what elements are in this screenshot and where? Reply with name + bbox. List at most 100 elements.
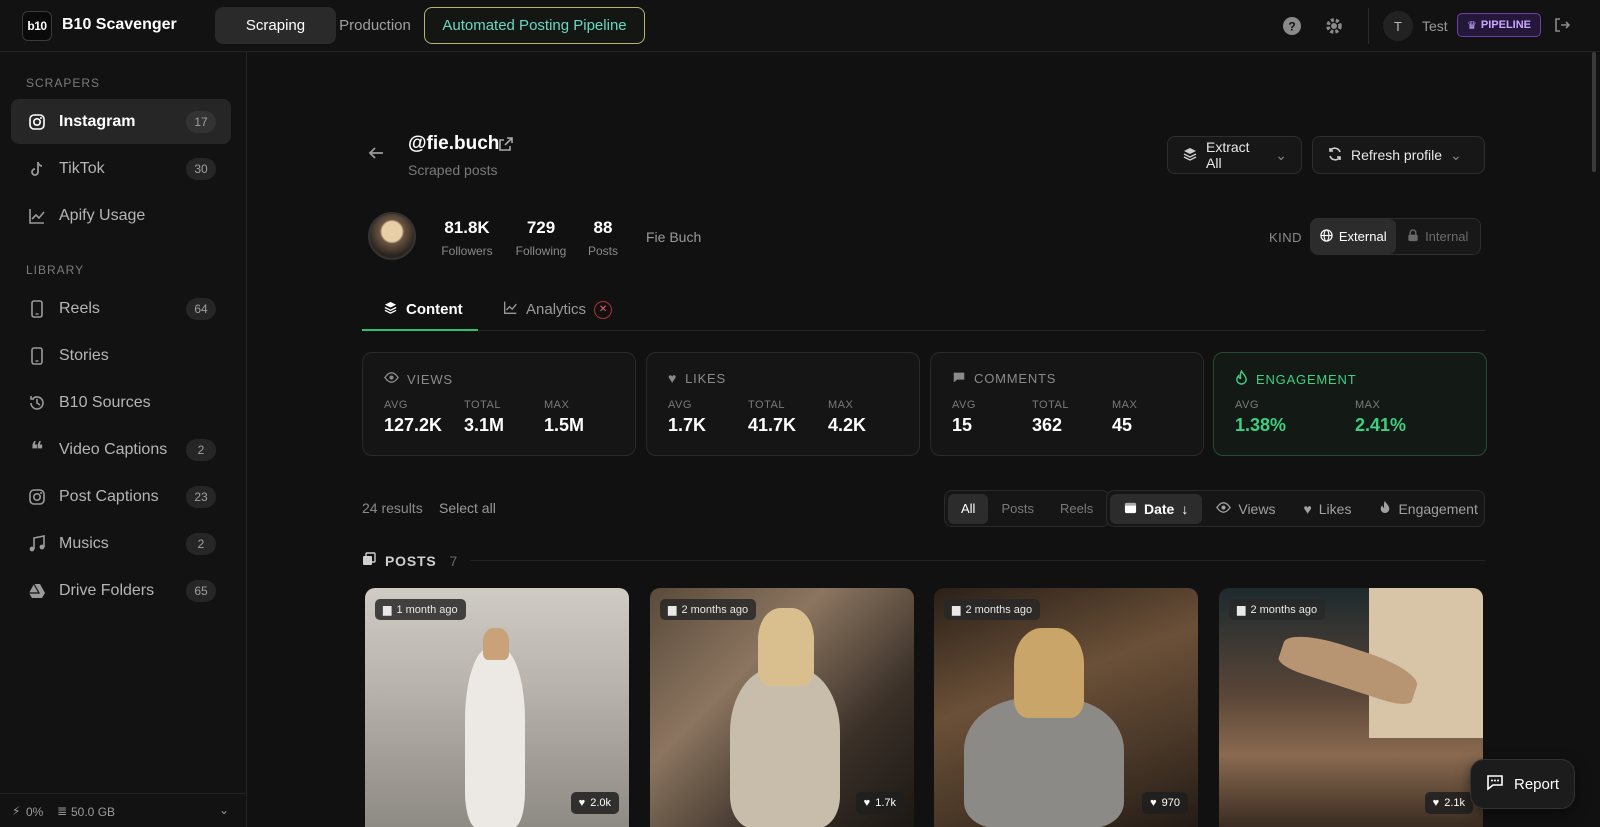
gear-icon[interactable] <box>1322 14 1346 38</box>
metric-label: AVG <box>952 399 976 411</box>
sidebar-item-video-captions[interactable]: ❝ Video Captions 2 <box>11 427 231 472</box>
kind-internal-option[interactable]: Internal <box>1396 219 1481 254</box>
post-card[interactable]: ▆ 2 months ago ♥ 970 <box>934 588 1198 827</box>
extract-all-label: Extract All <box>1206 139 1250 171</box>
post-date-badge: ▆ 2 months ago <box>660 599 757 620</box>
metric-value: 1.38% <box>1235 415 1287 435</box>
storage-size: 50.0 GB <box>71 805 116 819</box>
sidebar-item-stories[interactable]: Stories <box>11 333 231 378</box>
chart-line-icon <box>503 300 518 319</box>
post-card[interactable]: ▆ 2 months ago ♥ 2.1k <box>1219 588 1483 827</box>
nav-scraping[interactable]: Scraping <box>215 7 336 44</box>
sidebar-item-tiktok[interactable]: TikTok 30 <box>11 146 231 191</box>
sidebar-item-label: Stories <box>59 346 109 364</box>
comment-icon <box>952 370 966 387</box>
sidebar-item-post-captions[interactable]: Post Captions 23 <box>11 474 231 519</box>
select-all-button[interactable]: Select all <box>439 500 496 516</box>
sort-options: Date ↓ Views ♥ Likes Engagement <box>1106 490 1485 527</box>
metric-value: 3.1M <box>464 415 505 435</box>
filter-all[interactable]: All <box>948 493 989 524</box>
tab-analytics-label: Analytics <box>526 301 587 318</box>
nav-pipeline[interactable]: Automated Posting Pipeline <box>424 7 645 44</box>
sort-likes[interactable]: ♥ Likes <box>1289 494 1365 524</box>
post-date-badge: ▆ 1 month ago <box>375 599 466 620</box>
database-icon: ≣ <box>57 804 68 818</box>
nav-production[interactable]: Production <box>320 7 430 44</box>
crown-icon: ♛ <box>1467 19 1477 32</box>
tab-content[interactable]: Content <box>383 300 463 319</box>
metric-title-label: LIKES <box>685 370 726 386</box>
metric-card-views: VIEWS AVG 127.2K TOTAL 3.1M MAX 1.5M <box>362 352 636 456</box>
metric-value: 1.7K <box>668 415 707 435</box>
help-icon[interactable]: ? <box>1280 14 1304 38</box>
chat-icon <box>1486 773 1504 795</box>
post-card[interactable]: ▆ 2 months ago ♥ 1.7k <box>650 588 914 827</box>
app-logo[interactable]: b10 <box>22 11 52 41</box>
sidebar-item-label: Reels <box>59 299 100 317</box>
sidebar-item-b10-sources[interactable]: B10 Sources <box>11 380 231 425</box>
bolt-icon: ⚡ <box>12 804 21 818</box>
sidebar-item-count: 2 <box>186 438 216 461</box>
profile-handle: @fie.buch <box>408 133 500 154</box>
metric-card-title: VIEWS <box>384 370 453 388</box>
filter-posts[interactable]: Posts <box>988 494 1047 524</box>
metric-total: TOTAL 362 <box>1032 399 1069 436</box>
sidebar-item-musics[interactable]: Musics 2 <box>11 521 231 566</box>
svg-text:?: ? <box>1288 20 1295 34</box>
sort-views[interactable]: Views <box>1202 494 1289 524</box>
sort-engagement[interactable]: Engagement <box>1365 494 1491 524</box>
extract-all-button[interactable]: Extract All ⌄ <box>1167 136 1302 174</box>
copy-icon <box>362 552 376 569</box>
tab-analytics[interactable]: Analytics ✕ <box>503 300 613 319</box>
metric-title-label: COMMENTS <box>974 371 1057 386</box>
sort-date[interactable]: Date ↓ <box>1110 493 1203 524</box>
instagram-icon <box>27 487 47 507</box>
kind-external-option[interactable]: External <box>1311 219 1396 254</box>
sidebar-item-instagram[interactable]: Instagram 17 <box>11 99 231 144</box>
close-icon[interactable]: ✕ <box>594 300 613 319</box>
metric-card-title: ENGAGEMENT <box>1235 369 1356 388</box>
kind-label: KIND <box>1269 230 1303 245</box>
app-name: B10 Scavenger <box>62 16 177 33</box>
sidebar-item-reels[interactable]: Reels 64 <box>11 286 231 331</box>
posts-count: 88 <box>593 218 613 237</box>
logout-icon[interactable] <box>1553 16 1571 39</box>
chevron-down-icon[interactable]: ⌄ <box>219 803 229 817</box>
avatar[interactable]: T <box>1383 11 1413 41</box>
sidebar-item-label: Post Captions <box>59 487 159 505</box>
sidebar: SCRAPERS Instagram 17 TikTok 30 Apify Us… <box>0 52 247 827</box>
metric-label: TOTAL <box>748 399 785 411</box>
metric-avg: AVG 15 <box>952 399 976 436</box>
stat-following: 729 Following <box>511 218 571 258</box>
eye-icon <box>1216 500 1232 518</box>
post-likes: 2.0k <box>590 797 611 809</box>
pipeline-badge: ♛ PIPELINE <box>1457 13 1541 37</box>
post-card[interactable]: ▆ 1 month ago ♥ 2.0k <box>365 588 629 827</box>
sidebar-item-apify-usage[interactable]: Apify Usage <box>11 193 231 238</box>
scrollbar[interactable] <box>1592 52 1596 172</box>
type-filter: All Posts Reels <box>944 490 1111 527</box>
refresh-profile-button[interactable]: Refresh profile ⌄ <box>1312 136 1485 174</box>
metric-max: MAX 1.5M <box>544 399 584 436</box>
filter-reels[interactable]: Reels <box>1047 494 1106 524</box>
metric-label: MAX <box>1112 399 1138 411</box>
back-arrow-icon[interactable] <box>367 144 385 167</box>
sidebar-item-count: 23 <box>186 485 216 508</box>
report-button[interactable]: Report <box>1470 759 1575 809</box>
kind-external-label: External <box>1338 229 1387 244</box>
post-date: 2 months ago <box>681 603 749 616</box>
calendar-icon: ▆ <box>668 604 677 616</box>
metric-total: TOTAL 3.1M <box>464 399 504 436</box>
metric-max: MAX 4.2K <box>828 399 866 436</box>
heart-icon: ♥ <box>578 797 586 809</box>
calendar-icon: ▆ <box>1237 604 1246 616</box>
post-date: 2 months ago <box>965 603 1033 616</box>
sort-engagement-label: Engagement <box>1398 500 1478 517</box>
stat-followers: 81.8K Followers <box>437 218 497 258</box>
post-likes-badge: ♥ 970 <box>1142 792 1188 814</box>
tab-content-label: Content <box>406 301 463 318</box>
calendar-icon: ▆ <box>952 604 961 616</box>
external-link-icon[interactable] <box>498 136 514 157</box>
layers-icon <box>383 300 398 319</box>
sidebar-item-drive-folders[interactable]: Drive Folders 65 <box>11 568 231 613</box>
